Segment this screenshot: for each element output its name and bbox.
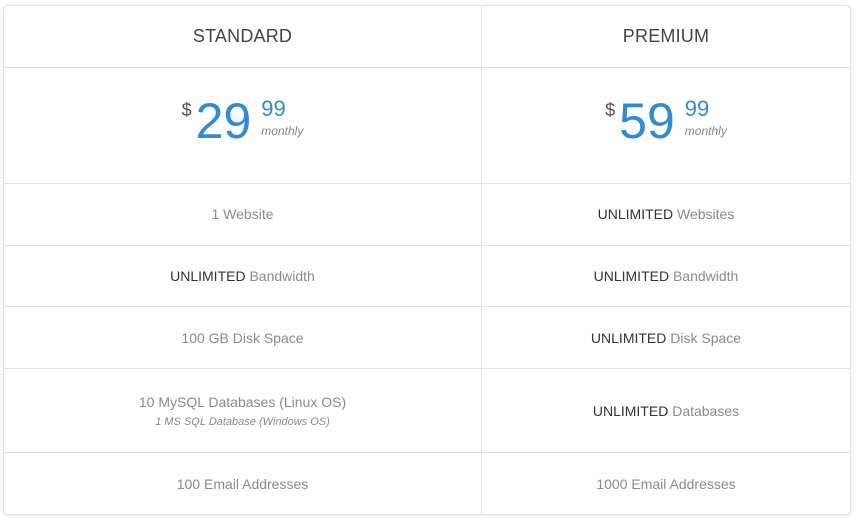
feature-text: 1000 Email Addresses — [596, 476, 735, 492]
feature-bandwidth: UNLIMITED Bandwidth — [4, 246, 481, 308]
feature-label: Websites — [673, 206, 735, 223]
price-currency: $ — [605, 100, 616, 121]
price-side: 99 monthly — [684, 96, 727, 139]
feature-text: UNLIMITED Databases — [593, 403, 739, 419]
price-currency: $ — [181, 100, 192, 121]
price-amount: 59 — [619, 93, 675, 150]
price-period: monthly — [261, 124, 304, 139]
feature-websites: 1 Website — [4, 184, 481, 246]
feature-text: 10 MySQL Databases (Linux OS) — [139, 394, 346, 410]
feature-databases: 10 MySQL Databases (Linux OS) 1 MS SQL D… — [4, 369, 481, 454]
pricing-table: STANDARD $ 29 99 monthly 1 Website UNLIM… — [3, 5, 851, 515]
plan-header: STANDARD — [4, 6, 481, 68]
plan-header: PREMIUM — [482, 6, 850, 68]
feature-label: 10 MySQL Databases (Linux OS) — [138, 393, 347, 410]
feature-disk-space: UNLIMITED Disk Space — [482, 307, 850, 370]
feature-subtext: 1 MS SQL Database (Windows OS) — [155, 415, 330, 428]
feature-disk-space: 100 GB Disk Space — [4, 307, 481, 370]
feature-strong: UNLIMITED — [593, 267, 670, 284]
feature-strong: UNLIMITED — [597, 206, 674, 223]
feature-strong: UNLIMITED — [170, 267, 246, 284]
feature-email: 1000 Email Addresses — [482, 453, 850, 514]
feature-strong: UNLIMITED — [592, 402, 669, 419]
feature-label: Disk Space — [666, 329, 742, 346]
price-side: 99 monthly — [261, 96, 304, 139]
feature-text: 100 GB Disk Space — [181, 330, 303, 346]
feature-text: UNLIMITED Bandwidth — [170, 268, 315, 284]
feature-label: Bandwidth — [245, 267, 315, 284]
plan-price: $ 59 99 monthly — [482, 68, 850, 184]
feature-strong: UNLIMITED — [590, 329, 667, 346]
price-amount: 29 — [195, 93, 252, 150]
feature-databases: UNLIMITED Databases — [482, 369, 850, 454]
plan-standard: STANDARD $ 29 99 monthly 1 Website UNLIM… — [4, 6, 482, 514]
feature-label: Bandwidth — [669, 267, 739, 284]
feature-label: 1 Website — [211, 206, 274, 223]
price-cents: 99 — [261, 96, 286, 122]
price-cents: 99 — [684, 96, 710, 122]
feature-websites: UNLIMITED Websites — [482, 184, 850, 246]
price-display: $ 29 99 monthly — [182, 96, 304, 146]
feature-label: 1000 Email Addresses — [596, 475, 736, 492]
feature-label: 100 GB Disk Space — [181, 329, 304, 346]
plan-price: $ 29 99 monthly — [4, 68, 481, 184]
feature-label: Databases — [668, 402, 740, 419]
feature-text: UNLIMITED Disk Space — [591, 330, 741, 346]
plan-name: PREMIUM — [622, 25, 710, 46]
feature-label: 100 Email Addresses — [176, 475, 309, 492]
price-display: $ 59 99 monthly — [605, 96, 727, 146]
feature-text: UNLIMITED Bandwidth — [594, 268, 739, 284]
feature-email: 100 Email Addresses — [4, 453, 481, 514]
plan-name: STANDARD — [192, 25, 293, 46]
feature-bandwidth: UNLIMITED Bandwidth — [482, 246, 850, 308]
feature-text: 100 Email Addresses — [177, 476, 309, 492]
feature-text: UNLIMITED Websites — [598, 206, 735, 222]
price-period: monthly — [684, 124, 727, 139]
feature-text: 1 Website — [212, 206, 274, 222]
plan-premium: PREMIUM $ 59 99 monthly UNLIMITED Websit… — [482, 6, 850, 514]
